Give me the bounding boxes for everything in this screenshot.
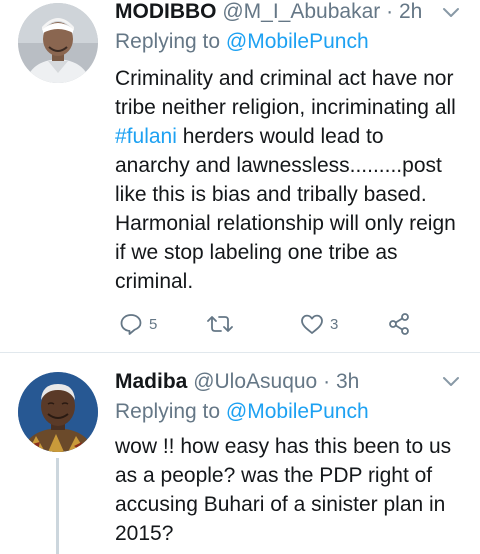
profile-photo-icon <box>18 3 98 83</box>
tweet-text-part: herders would lead to anarchy and lawnes… <box>115 125 456 293</box>
share-icon <box>389 313 409 335</box>
mention-link[interactable]: @MobilePunch <box>226 400 369 423</box>
like-icon <box>301 314 323 334</box>
timestamp[interactable]: 2h <box>399 0 422 23</box>
tweet-text-part: Criminality and criminal act have nor tr… <box>115 67 456 119</box>
chevron-down-icon[interactable] <box>442 376 460 388</box>
tweet-card[interactable]: MODIBBO @M_I_Abubakar · 2h Replying to @… <box>0 0 480 352</box>
thread-line <box>56 458 59 554</box>
tweet-header: MODIBBO @M_I_Abubakar · 2h <box>115 0 422 25</box>
retweet-icon <box>207 316 233 332</box>
replying-to: Replying to @MobilePunch <box>115 29 369 55</box>
separator-dot: · <box>323 370 331 393</box>
reply-count: 5 <box>149 315 158 333</box>
timestamp[interactable]: 3h <box>336 370 359 393</box>
replying-to: Replying to @MobilePunch <box>115 399 369 425</box>
profile-photo-icon <box>18 372 98 452</box>
mention-link[interactable]: @MobilePunch <box>226 30 369 53</box>
user-handle[interactable]: @M_I_Abubakar <box>222 0 380 23</box>
tweet-text: Criminality and criminal act have nor tr… <box>115 64 460 296</box>
retweet-button[interactable] <box>207 310 239 338</box>
user-handle[interactable]: @UloAsuquo <box>193 370 317 393</box>
tweet-text: wow !! how easy has this been to us as a… <box>115 435 452 545</box>
like-button[interactable]: 3 <box>300 310 338 338</box>
hashtag-link[interactable]: #fulani <box>115 125 177 148</box>
avatar[interactable] <box>18 3 98 83</box>
replying-to-label: Replying to <box>115 400 226 423</box>
separator-dot: · <box>386 0 394 23</box>
replying-to-label: Replying to <box>115 30 226 53</box>
share-button[interactable] <box>387 310 411 338</box>
reply-icon <box>120 314 142 335</box>
reply-button[interactable]: 5 <box>119 310 157 338</box>
tweet-header: Madiba @UloAsuquo · 3h <box>115 369 359 395</box>
avatar[interactable] <box>18 372 98 452</box>
like-count: 3 <box>330 315 339 333</box>
display-name[interactable]: Madiba <box>115 370 187 393</box>
display-name[interactable]: MODIBBO <box>115 0 217 23</box>
tweet-actions: 5 3 <box>115 310 435 338</box>
chevron-down-icon[interactable] <box>442 7 460 19</box>
